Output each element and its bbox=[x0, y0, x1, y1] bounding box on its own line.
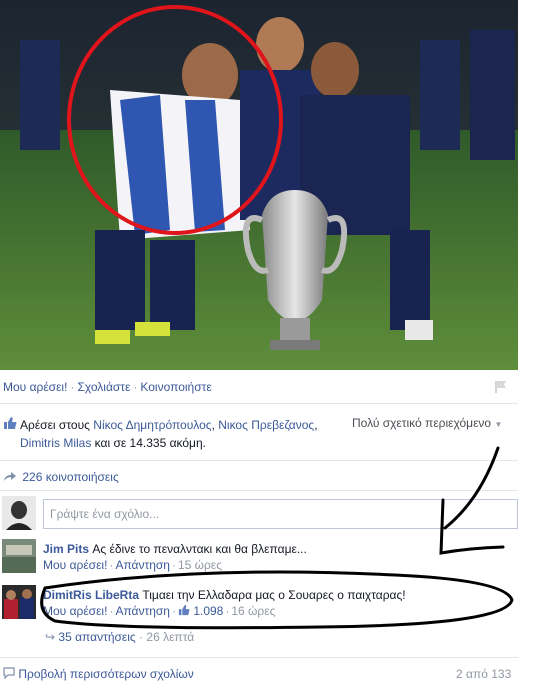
comment-time[interactable]: 16 ώρες bbox=[231, 604, 275, 618]
divider bbox=[0, 490, 518, 491]
comment-item: Jim Pits Ας έδινε το πεναλντακι και θα β… bbox=[0, 536, 518, 574]
replies-count: 35 απαντήσεις bbox=[58, 630, 136, 644]
like-link[interactable]: Μου αρέσει! bbox=[3, 380, 67, 394]
comment-composer: Γράψτε ένα σχόλιο... bbox=[0, 495, 518, 533]
comment-meta: Μου αρέσει! · Απάντηση · 15 ώρες bbox=[43, 558, 222, 572]
comment-reply-link[interactable]: Απάντηση bbox=[115, 604, 170, 618]
divider bbox=[0, 403, 518, 404]
comment-link[interactable]: Σχολιάστε bbox=[77, 380, 130, 394]
comment-author[interactable]: DimitRis LibeRta bbox=[43, 588, 139, 602]
likes-text: Αρέσει στους Νίκος Δημητρόπουλος, Νικος … bbox=[20, 418, 318, 450]
comment-item: DimitRis LibeRta Τιμαει την Ελλαδαρα μας… bbox=[0, 582, 518, 622]
comment-body: Jim Pits Ας έδινε το πεναλντακι και θα β… bbox=[43, 540, 307, 558]
replies-link[interactable]: ↪ 35 απαντήσεις · 26 λεπτά bbox=[45, 630, 194, 644]
comment-bubble-icon bbox=[3, 667, 18, 681]
likes-prefix: Αρέσει στους bbox=[20, 418, 90, 432]
comment-meta: Μου αρέσει! · Απάντηση · 1.098 · 16 ώρες bbox=[43, 604, 276, 618]
thumbs-up-icon bbox=[4, 417, 17, 429]
replies-time: 26 λεπτά bbox=[146, 630, 195, 644]
relevance-label: Πολύ σχετικό περιεχόμενο bbox=[352, 416, 492, 430]
divider bbox=[0, 657, 518, 658]
share-arrow-icon bbox=[3, 470, 19, 485]
comment-reply-link[interactable]: Απάντηση bbox=[115, 558, 170, 572]
commenter-avatar[interactable] bbox=[2, 539, 36, 573]
likes-summary: Αρέσει στους Νίκος Δημητρόπουλος, Νικος … bbox=[0, 407, 518, 457]
photo-illustration bbox=[0, 0, 519, 370]
shares-count: 226 κοινοποιήσεις bbox=[22, 470, 119, 484]
relevance-dropdown[interactable]: Πολύ σχετικό περιεχόμενο ▼ bbox=[352, 416, 502, 430]
dropdown-arrow-icon: ▼ bbox=[494, 420, 503, 429]
comment-body: DimitRis LibeRta Τιμαει την Ελλαδαρα μας… bbox=[43, 586, 406, 604]
flag-icon[interactable] bbox=[494, 380, 508, 394]
liker-3[interactable]: Dimitris Milas bbox=[20, 436, 91, 450]
comment-time[interactable]: 15 ώρες bbox=[178, 558, 222, 572]
thumbs-up-icon bbox=[178, 604, 190, 616]
view-more-label: Προβολή περισσότερων σχολίων bbox=[18, 667, 194, 681]
comment-like-link[interactable]: Μου αρέσει! bbox=[43, 604, 107, 618]
divider bbox=[0, 460, 518, 461]
post-photo[interactable] bbox=[0, 0, 519, 370]
view-more-comments[interactable]: Προβολή περισσότερων σχολίων bbox=[3, 667, 194, 681]
comment-like-count[interactable]: 1.098 bbox=[178, 604, 223, 618]
comment-text: Ας έδινε το πεναλντακι και θα βλεπαμε... bbox=[92, 542, 307, 556]
comment-text: Τιμαει την Ελλαδαρα μας ο Σουαρες ο παιχ… bbox=[142, 588, 406, 602]
liker-1[interactable]: Νίκος Δημητρόπουλος bbox=[93, 418, 211, 432]
comment-like-link[interactable]: Μου αρέσει! bbox=[43, 558, 107, 572]
like-count-value: 1.098 bbox=[193, 604, 224, 618]
post-actions: Μου αρέσει! · Σχολιάστε · Κοινοποιήστε bbox=[3, 380, 212, 394]
comment-author[interactable]: Jim Pits bbox=[43, 542, 89, 556]
shares-row[interactable]: 226 κοινοποιήσεις bbox=[3, 470, 119, 485]
viewer-avatar bbox=[2, 496, 36, 530]
comment-input[interactable]: Γράψτε ένα σχόλιο... bbox=[43, 499, 518, 529]
photo-margin bbox=[518, 0, 534, 370]
reply-arrow-icon: ↪ bbox=[45, 630, 56, 644]
commenter-avatar[interactable] bbox=[2, 585, 36, 619]
comment-count: 2 από 133 bbox=[456, 667, 512, 681]
share-link[interactable]: Κοινοποιήστε bbox=[140, 380, 211, 394]
likes-suffix: και σε 14.335 ακόμη. bbox=[94, 436, 206, 450]
liker-2[interactable]: Νικος Πρεβεζανος bbox=[218, 418, 314, 432]
